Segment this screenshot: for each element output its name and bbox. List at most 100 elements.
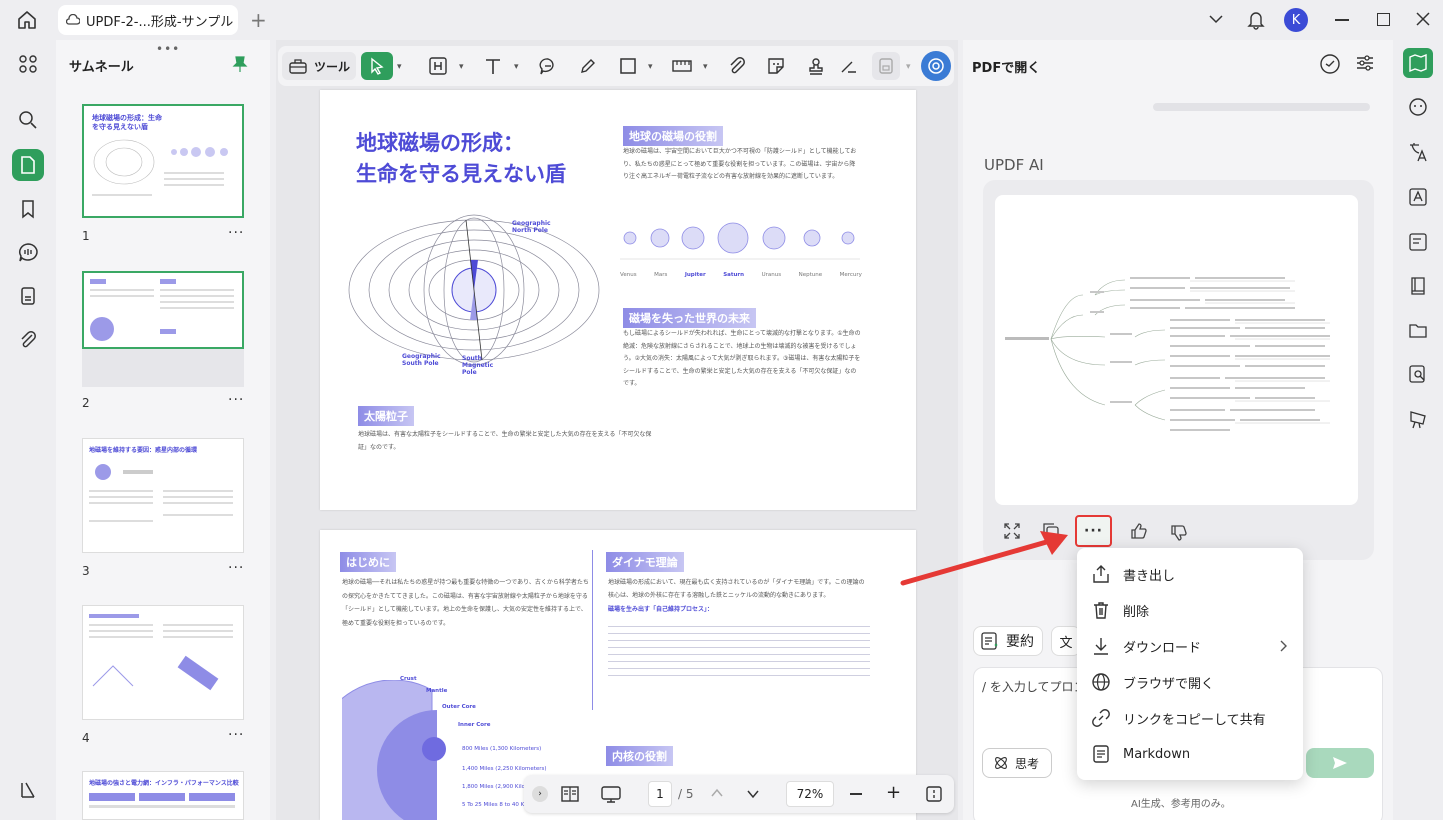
thumbnail-page-4[interactable] (82, 605, 244, 720)
send-button[interactable] (1306, 748, 1374, 778)
panel-drag-handle[interactable]: ••• (156, 42, 180, 56)
measure-tool-icon[interactable] (668, 52, 696, 80)
heading-tool-icon[interactable] (424, 52, 452, 80)
fit-page-icon[interactable] (924, 784, 944, 804)
menu-item-download[interactable]: ダウンロード (1077, 628, 1303, 664)
form-icon[interactable] (1403, 227, 1433, 257)
layers-icon[interactable] (12, 774, 44, 806)
edit-toolbar: ツール ▾ ▾ ▾ ▾ ▾ ▾ (278, 46, 954, 86)
tools-button[interactable]: ツール (282, 52, 357, 80)
thumbnail-more-icon[interactable]: ··· (228, 560, 244, 576)
thumbnail-page-3[interactable]: 地磁場を維持する要因：惑星内部の循環 (82, 438, 244, 553)
menu-item-export[interactable]: 書き出し (1077, 556, 1303, 592)
text-tool-icon[interactable] (479, 52, 507, 80)
chevron-right-icon (1279, 639, 1289, 653)
menu-item-markdown[interactable]: Markdown (1077, 736, 1303, 772)
chevron-down-icon[interactable] (1208, 13, 1224, 25)
attachment-icon[interactable] (12, 324, 44, 356)
folder-ai-icon[interactable] (1403, 315, 1433, 345)
chevron-down-icon[interactable]: ▾ (514, 62, 519, 72)
presentation-icon[interactable] (600, 784, 622, 804)
section-text: 地球磁場は、有害な太陽粒子をシールドすることで、生命の繁栄と安定した大気の存在を… (358, 431, 652, 451)
chevron-down-icon[interactable]: ▾ (703, 62, 708, 72)
note-tool-icon[interactable] (534, 52, 562, 80)
menu-item-delete[interactable]: 削除 (1077, 592, 1303, 628)
book-icon[interactable] (1403, 271, 1433, 301)
layer-label: Inner Core (458, 722, 491, 728)
chevron-down-icon[interactable]: ▾ (397, 62, 402, 72)
minimize-button[interactable] (1335, 19, 1349, 21)
think-button[interactable]: 思考 (982, 748, 1052, 778)
thumbnail-more-icon[interactable]: ··· (228, 392, 244, 408)
ai-response-card: ··· (983, 180, 1374, 560)
updf-ai-icon[interactable] (921, 51, 951, 81)
stamp-tool-icon[interactable] (802, 52, 830, 80)
zoom-in-button[interactable]: + (886, 783, 901, 803)
chevron-right-icon[interactable]: › (532, 786, 548, 802)
ai-chat-icon[interactable] (1403, 92, 1433, 122)
section-text: 地球磁場の形成において、現在最も広く支持されているのが「ダイナモ理論」です。この… (608, 579, 865, 599)
maximize-button[interactable] (1377, 13, 1390, 26)
menu-item-copy-link[interactable]: リンクをコピーして共有 (1077, 700, 1303, 736)
thumbnail-more-icon[interactable]: ··· (228, 727, 244, 743)
thumbnail-more-icon[interactable]: ··· (228, 225, 244, 241)
presentation-board-icon[interactable] (1403, 404, 1433, 434)
signature-icon[interactable] (838, 52, 858, 80)
page-number-input[interactable]: 1 (648, 781, 672, 807)
ai-map-icon[interactable] (1403, 48, 1433, 78)
select-tool-icon[interactable] (361, 52, 393, 80)
save-disk-icon[interactable] (872, 52, 900, 80)
apps-icon[interactable] (12, 48, 44, 80)
planet-label: Uranus (761, 272, 782, 278)
new-tab-button[interactable]: + (250, 10, 267, 30)
pencil-icon[interactable] (574, 52, 602, 80)
rectangle-tool-icon[interactable] (614, 52, 642, 80)
document-tab[interactable]: UPDF-2-...形成-サンプル (58, 5, 238, 35)
thumbnail-page-icon[interactable] (12, 149, 44, 181)
thumbnail-number: 4 (82, 731, 90, 745)
settings-sliders-icon[interactable] (1355, 53, 1375, 73)
atom-icon (993, 755, 1009, 771)
chevron-down-icon[interactable]: ▾ (459, 62, 464, 72)
thumbnail-page-5[interactable]: 地磁場の強さと電力網：インフラ・パフォーマンス比較 (82, 771, 244, 820)
section-heading: 太陽粒子 (358, 406, 414, 426)
chevron-down-icon[interactable]: ▾ (906, 62, 911, 72)
menu-item-label: 削除 (1123, 604, 1150, 620)
more-options-button[interactable]: ··· (1075, 515, 1112, 547)
thumbs-up-icon[interactable] (1129, 521, 1149, 541)
avatar[interactable]: K (1284, 8, 1308, 32)
history-icon[interactable] (1319, 53, 1341, 75)
sticker-icon[interactable] (762, 52, 790, 80)
thumbnail-page-2[interactable] (82, 271, 244, 349)
scroll-indicator[interactable] (1153, 103, 1370, 111)
section-heading: 地球の磁場の役割 (623, 126, 723, 146)
bell-icon[interactable] (1247, 10, 1265, 30)
menu-item-open-browser[interactable]: ブラウザで開く (1077, 664, 1303, 700)
ai-title: UPDF AI (984, 156, 1044, 174)
pin-icon[interactable] (232, 55, 248, 73)
chevron-down-icon[interactable]: ▾ (648, 62, 653, 72)
close-icon[interactable] (1415, 11, 1431, 27)
translate-icon[interactable] (1403, 137, 1433, 167)
summary-label: 要約 (1006, 634, 1034, 650)
export-icon (1091, 564, 1111, 584)
previous-page-icon[interactable] (710, 787, 724, 799)
next-page-icon[interactable] (746, 788, 760, 800)
thumbnail-page-1[interactable]: 地球磁場の形成：生命を守る見えない盾 (82, 104, 244, 218)
summary-button[interactable]: 要約 (973, 626, 1043, 656)
attachment-icon[interactable] (723, 52, 751, 80)
comment-icon[interactable] (12, 236, 44, 268)
bookmark-icon[interactable] (12, 193, 44, 225)
thumbnail-panel: ••• サムネール 地球磁場の形成：生命を守る見えない盾 1 ··· 2 ···… (56, 40, 270, 820)
zoom-out-button[interactable] (850, 793, 862, 795)
thumbs-down-icon[interactable] (1169, 523, 1189, 543)
search-icon[interactable] (12, 104, 44, 136)
mindmap-image[interactable] (995, 195, 1358, 505)
stamp-icon[interactable] (12, 280, 44, 312)
page-layout-icon[interactable] (560, 784, 580, 804)
zoom-input[interactable]: 72% (786, 781, 834, 807)
ocr-translate-icon[interactable] (1403, 182, 1433, 212)
translate-label: 文 (1059, 635, 1073, 651)
search-doc-icon[interactable] (1403, 359, 1433, 389)
home-icon[interactable] (16, 9, 38, 31)
